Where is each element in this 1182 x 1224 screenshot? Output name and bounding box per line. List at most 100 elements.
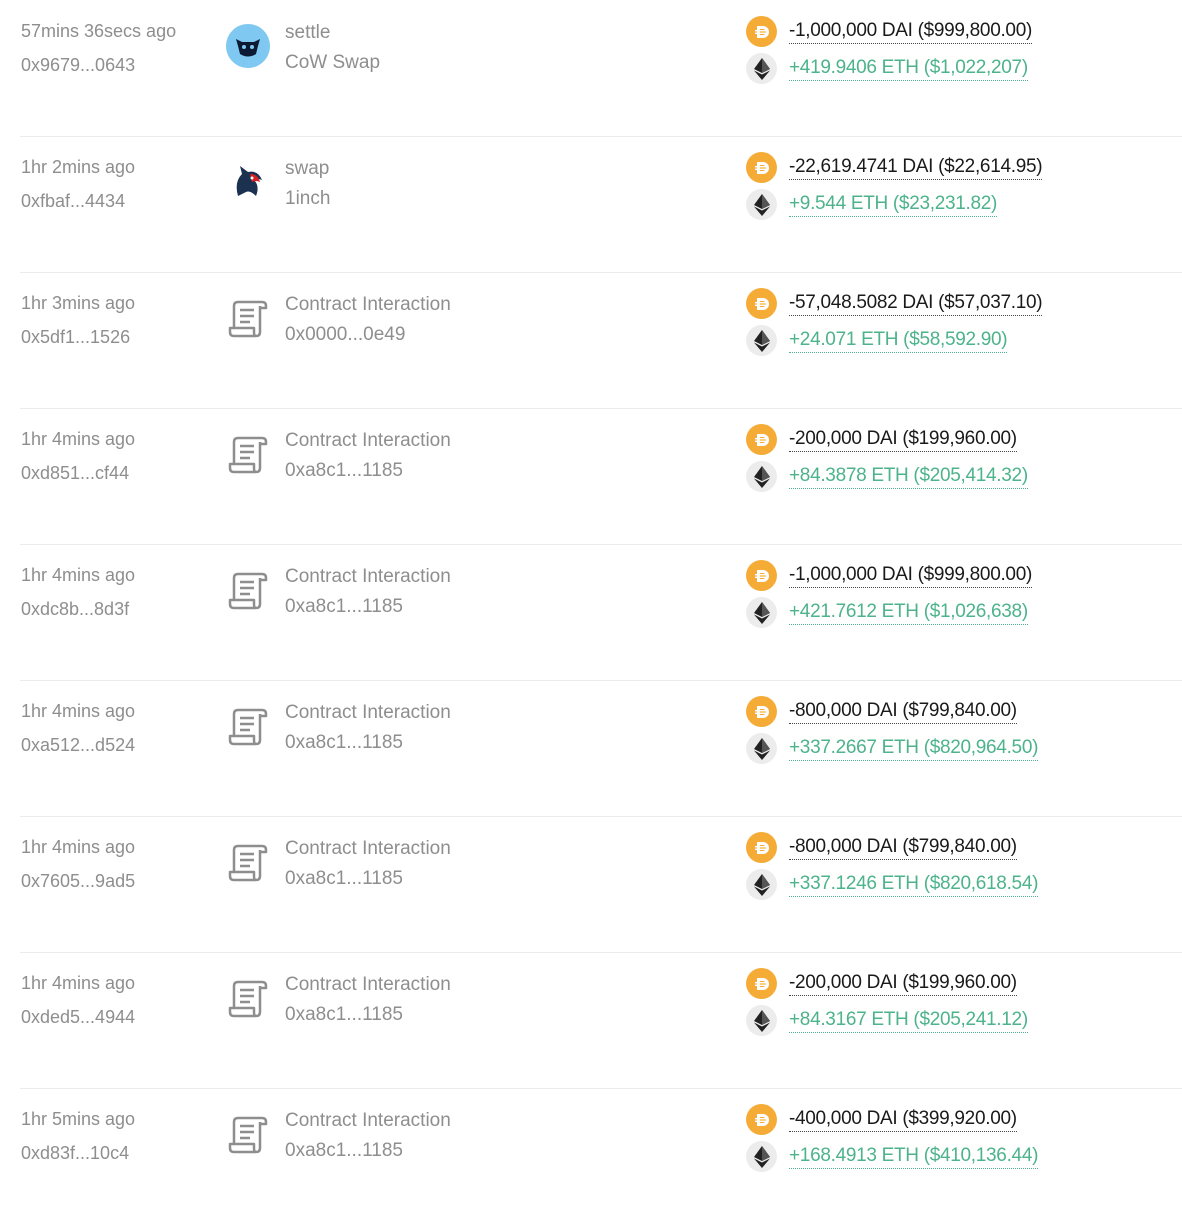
dai-amount[interactable]: -800,000 DAI ($799,840.00) (789, 835, 1017, 860)
dai-amount[interactable]: -400,000 DAI ($399,920.00) (789, 1107, 1017, 1132)
eth-token-icon (746, 869, 777, 900)
transaction-row: 1hr 2mins ago 0xfbaf...4434 swap 1inch -… (0, 136, 1182, 272)
tx-hash-link[interactable]: 0xd83f...10c4 (21, 1141, 135, 1165)
contract-address-link[interactable]: 0xa8c1...1185 (285, 458, 451, 484)
1inch-unicorn-logo-icon (226, 160, 270, 204)
contract-scroll-icon (226, 840, 270, 884)
contract-address-link[interactable]: 0xa8c1...1185 (285, 730, 451, 756)
tx-hash-link[interactable]: 0xfbaf...4434 (21, 189, 135, 213)
eth-token-icon (746, 461, 777, 492)
contract-scroll-icon (226, 1112, 270, 1156)
dai-token-icon (746, 696, 777, 727)
tx-time: 1hr 4mins ago (21, 837, 136, 857)
method-name: Contract Interaction (285, 702, 451, 723)
contract-scroll-icon (226, 976, 270, 1020)
transaction-row: 1hr 4mins ago 0x7605...9ad5 Contract Int… (0, 816, 1182, 952)
protocol-link[interactable]: 1inch (285, 186, 330, 212)
eth-amount[interactable]: +84.3878 ETH ($205,414.32) (789, 464, 1028, 489)
eth-amount[interactable]: +419.9406 ETH ($1,022,207) (789, 56, 1028, 81)
dai-token-icon (746, 832, 777, 863)
dai-token-icon (746, 424, 777, 455)
dai-token-icon (746, 152, 777, 183)
dai-token-icon (746, 560, 777, 591)
time-hash-column: 1hr 3mins ago 0x5df1...1526 (21, 291, 135, 349)
dai-amount[interactable]: -800,000 DAI ($799,840.00) (789, 699, 1017, 724)
protocol-column: Contract Interaction 0xa8c1...1185 (285, 1108, 451, 1164)
tx-hash-link[interactable]: 0xa512...d524 (21, 733, 135, 757)
tx-hash-link[interactable]: 0x7605...9ad5 (21, 869, 135, 893)
eth-token-icon (746, 189, 777, 220)
contract-scroll-icon (226, 432, 270, 476)
transaction-row: 1hr 4mins ago 0xd851...cf44 Contract Int… (0, 408, 1182, 544)
tx-time: 1hr 4mins ago (21, 565, 136, 585)
protocol-column: Contract Interaction 0xa8c1...1185 (285, 428, 451, 484)
time-hash-column: 1hr 5mins ago 0xd83f...10c4 (21, 1107, 135, 1165)
eth-amount[interactable]: +337.1246 ETH ($820,618.54) (789, 872, 1038, 897)
tx-time: 57mins 36secs ago (21, 21, 177, 41)
dai-amount[interactable]: -57,048.5082 DAI ($57,037.10) (789, 291, 1043, 316)
protocol-column: Contract Interaction 0xa8c1...1185 (285, 836, 451, 892)
protocol-column: Contract Interaction 0x0000...0e49 (285, 292, 451, 348)
eth-token-icon (746, 325, 777, 356)
contract-scroll-icon (226, 568, 270, 612)
transaction-row: 1hr 3mins ago 0x5df1...1526 Contract Int… (0, 272, 1182, 408)
contract-address-link[interactable]: 0xa8c1...1185 (285, 866, 451, 892)
tx-time: 1hr 4mins ago (21, 429, 136, 449)
tx-time: 1hr 4mins ago (21, 701, 136, 721)
contract-scroll-icon (226, 704, 270, 748)
contract-address-link[interactable]: 0x0000...0e49 (285, 322, 451, 348)
method-name: settle (285, 22, 331, 43)
time-hash-column: 1hr 4mins ago 0x7605...9ad5 (21, 835, 135, 893)
eth-token-icon (746, 1141, 777, 1172)
dai-amount[interactable]: -1,000,000 DAI ($999,800.00) (789, 563, 1032, 588)
contract-address-link[interactable]: 0xa8c1...1185 (285, 1138, 451, 1164)
eth-amount[interactable]: +24.071 ETH ($58,592.90) (789, 328, 1008, 353)
eth-amount[interactable]: +337.2667 ETH ($820,964.50) (789, 736, 1038, 761)
time-hash-column: 1hr 4mins ago 0xa512...d524 (21, 699, 135, 757)
method-name: Contract Interaction (285, 566, 451, 587)
dai-amount[interactable]: -200,000 DAI ($199,960.00) (789, 971, 1017, 996)
method-name: Contract Interaction (285, 294, 451, 315)
cowswap-logo-icon (226, 24, 270, 68)
dai-amount[interactable]: -200,000 DAI ($199,960.00) (789, 427, 1017, 452)
dai-token-icon (746, 288, 777, 319)
tx-hash-link[interactable]: 0xded5...4944 (21, 1005, 135, 1029)
method-name: swap (285, 158, 330, 179)
tx-time: 1hr 5mins ago (21, 1109, 136, 1129)
eth-amount[interactable]: +84.3167 ETH ($205,241.12) (789, 1008, 1028, 1033)
time-hash-column: 1hr 2mins ago 0xfbaf...4434 (21, 155, 135, 213)
method-name: Contract Interaction (285, 430, 451, 451)
transaction-row: 57mins 36secs ago 0x9679...0643 settle C… (0, 0, 1182, 136)
protocol-column: Contract Interaction 0xa8c1...1185 (285, 972, 451, 1028)
transaction-list: 57mins 36secs ago 0x9679...0643 settle C… (0, 0, 1182, 1200)
contract-scroll-icon (226, 296, 270, 340)
dai-amount[interactable]: -22,619.4741 DAI ($22,614.95) (789, 155, 1043, 180)
protocol-column: settle CoW Swap (285, 20, 380, 76)
protocol-column: Contract Interaction 0xa8c1...1185 (285, 700, 451, 756)
tx-time: 1hr 2mins ago (21, 157, 136, 177)
protocol-column: swap 1inch (285, 156, 330, 212)
eth-token-icon (746, 733, 777, 764)
tx-hash-link[interactable]: 0xd851...cf44 (21, 461, 135, 485)
transaction-row: 1hr 4mins ago 0xded5...4944 Contract Int… (0, 952, 1182, 1088)
dai-amount[interactable]: -1,000,000 DAI ($999,800.00) (789, 19, 1032, 44)
tx-hash-link[interactable]: 0x5df1...1526 (21, 325, 135, 349)
eth-token-icon (746, 1005, 777, 1036)
method-name: Contract Interaction (285, 838, 451, 859)
eth-amount[interactable]: +168.4913 ETH ($410,136.44) (789, 1144, 1038, 1169)
eth-amount[interactable]: +421.7612 ETH ($1,026,638) (789, 600, 1028, 625)
tx-time: 1hr 4mins ago (21, 973, 136, 993)
tx-hash-link[interactable]: 0x9679...0643 (21, 53, 176, 77)
dai-token-icon (746, 1104, 777, 1135)
contract-address-link[interactable]: 0xa8c1...1185 (285, 594, 451, 620)
protocol-column: Contract Interaction 0xa8c1...1185 (285, 564, 451, 620)
transaction-row: 1hr 4mins ago 0xdc8b...8d3f Contract Int… (0, 544, 1182, 680)
eth-token-icon (746, 53, 777, 84)
contract-address-link[interactable]: 0xa8c1...1185 (285, 1002, 451, 1028)
dai-token-icon (746, 16, 777, 47)
tx-hash-link[interactable]: 0xdc8b...8d3f (21, 597, 135, 621)
dai-token-icon (746, 968, 777, 999)
eth-amount[interactable]: +9.544 ETH ($23,231.82) (789, 192, 997, 217)
protocol-link[interactable]: CoW Swap (285, 50, 380, 76)
method-name: Contract Interaction (285, 1110, 451, 1131)
